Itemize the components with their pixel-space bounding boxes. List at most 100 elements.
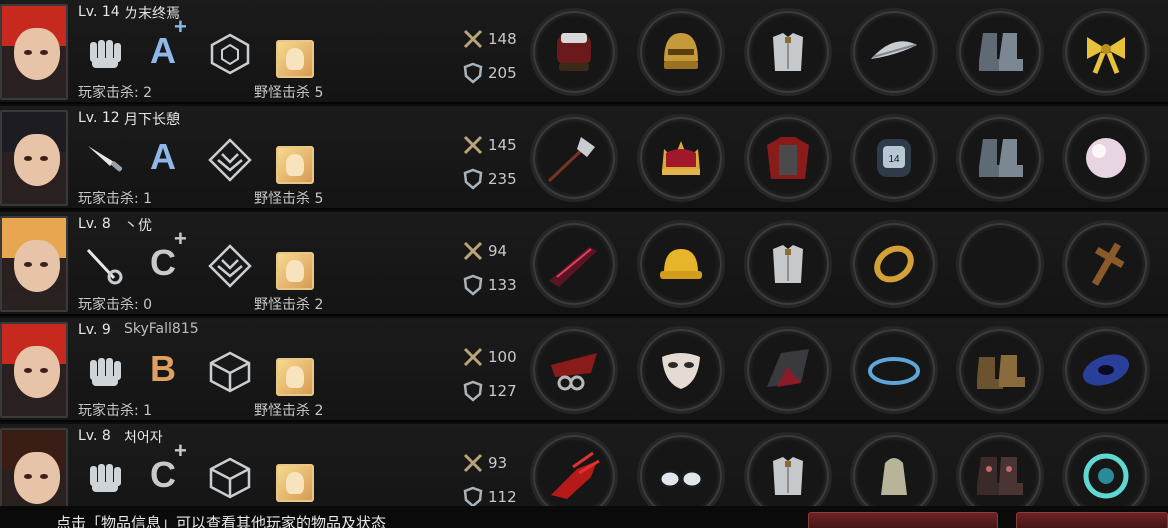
shield-icon xyxy=(463,380,483,402)
attack-stat: 100 xyxy=(462,346,517,368)
player-name: 丶优 xyxy=(124,218,152,234)
shield-icon xyxy=(463,274,483,296)
player-row[interactable]: Lv. 8 丶优 C+ 玩家击杀: 0 野怪击杀 2 94 133 xyxy=(0,212,1168,316)
crossed-swords-icon xyxy=(463,241,483,261)
grade-plus: + xyxy=(174,226,187,251)
defense-value: 112 xyxy=(488,488,517,506)
monster-kills: 野怪击杀 2 xyxy=(254,403,324,419)
equipment-slot[interactable] xyxy=(637,8,725,96)
pet-portrait-icon[interactable] xyxy=(276,358,314,396)
equipment-slot[interactable] xyxy=(637,220,725,308)
cube-emblem-icon xyxy=(206,350,254,394)
equipment-slot[interactable] xyxy=(850,220,938,308)
equipment-slot[interactable] xyxy=(637,114,725,202)
grade-badge: A+ xyxy=(150,14,200,76)
grade-letter: A xyxy=(150,136,176,177)
player-name: 처어자 xyxy=(124,430,163,446)
player-kills: 玩家击杀: 1 xyxy=(78,191,153,207)
equipment-slot[interactable] xyxy=(956,8,1044,96)
status-tab[interactable] xyxy=(1016,512,1168,528)
player-name: 月下长憩 xyxy=(124,112,180,128)
player-list: Lv. 14 ㄌ末终焉 A+ 玩家击杀: 2 野怪击杀 5 148 205 Lv… xyxy=(0,0,1168,528)
shield-icon xyxy=(463,62,483,84)
player-avatar[interactable] xyxy=(0,322,68,418)
fist-icon xyxy=(84,34,126,74)
equipment-slot[interactable]: 14 xyxy=(850,114,938,202)
crossed-swords-icon xyxy=(463,29,483,49)
player-kills: 玩家击杀: 1 xyxy=(78,403,153,419)
shield-icon xyxy=(463,486,483,508)
player-level: Lv. 12 xyxy=(78,110,120,126)
diamond-emblem-icon xyxy=(206,138,254,182)
attack-value: 148 xyxy=(488,30,517,48)
player-level: Lv. 14 xyxy=(78,4,120,20)
attack-value: 145 xyxy=(488,136,517,154)
defense-value: 235 xyxy=(488,170,517,188)
player-level: Lv. 9 xyxy=(78,322,111,338)
attack-stat: 148 xyxy=(462,28,517,50)
grade-badge: C+ xyxy=(150,438,200,500)
player-row[interactable]: Lv. 14 ㄌ末终焉 A+ 玩家击杀: 2 野怪击杀 5 148 205 xyxy=(0,0,1168,104)
grade-plus: + xyxy=(174,14,187,39)
player-level: Lv. 8 xyxy=(78,428,111,444)
equipment-slot[interactable] xyxy=(744,114,832,202)
pet-portrait-icon[interactable] xyxy=(276,146,314,184)
equipment-slot[interactable] xyxy=(530,326,618,414)
player-row[interactable]: Lv. 12 月下长憩 A 玩家击杀: 1 野怪击杀 5 145 235 14 xyxy=(0,106,1168,210)
grade-badge: C+ xyxy=(150,226,200,288)
player-avatar[interactable] xyxy=(0,216,68,312)
grade-badge: B xyxy=(150,348,200,394)
item-info-tab[interactable] xyxy=(808,512,998,528)
pet-portrait-icon[interactable] xyxy=(276,40,314,78)
fist-icon xyxy=(84,458,126,498)
defense-value: 133 xyxy=(488,276,517,294)
monster-kills: 野怪击杀 5 xyxy=(254,85,324,101)
equipment-slot[interactable] xyxy=(956,220,1044,308)
attack-stat: 94 xyxy=(462,240,507,262)
equipment-slot[interactable] xyxy=(1062,220,1150,308)
attack-stat: 93 xyxy=(462,452,507,474)
equipment-slot[interactable] xyxy=(530,8,618,96)
equipment-slot[interactable] xyxy=(956,114,1044,202)
equipment-slot[interactable] xyxy=(850,326,938,414)
monster-kills: 野怪击杀 2 xyxy=(254,297,324,313)
attack-stat: 145 xyxy=(462,134,517,156)
equipment-slot[interactable] xyxy=(744,8,832,96)
equipment-slot[interactable] xyxy=(956,326,1044,414)
equipment-slot[interactable] xyxy=(850,8,938,96)
player-level: Lv. 8 xyxy=(78,216,111,232)
equipment-slot[interactable] xyxy=(1062,114,1150,202)
defense-value: 127 xyxy=(488,382,517,400)
player-avatar[interactable] xyxy=(0,110,68,206)
attack-value: 100 xyxy=(488,348,517,366)
player-name: ㄌ末终焉 xyxy=(124,6,180,22)
pet-portrait-icon[interactable] xyxy=(276,252,314,290)
monster-kills: 野怪击杀 5 xyxy=(254,191,324,207)
equipment-slot[interactable] xyxy=(1062,8,1150,96)
equipment-slot[interactable] xyxy=(530,114,618,202)
fist-icon xyxy=(84,352,126,392)
player-avatar[interactable] xyxy=(0,4,68,100)
diamond-emblem-icon xyxy=(206,244,254,288)
player-row[interactable]: Lv. 9 SkyFall815 B 玩家击杀: 1 野怪击杀 2 100 12… xyxy=(0,318,1168,422)
defense-stat: 112 xyxy=(462,486,517,508)
knife-icon xyxy=(84,140,126,180)
defense-stat: 133 xyxy=(462,274,517,296)
equipment-slot[interactable] xyxy=(530,220,618,308)
footer-hint: 点击「物品信息」可以查看其他玩家的物品及状态 xyxy=(56,514,387,528)
equipment-slot[interactable] xyxy=(744,220,832,308)
equipment-slot[interactable] xyxy=(744,326,832,414)
player-kills: 玩家击杀: 2 xyxy=(78,85,153,101)
cube-emblem-icon xyxy=(206,456,254,500)
defense-stat: 127 xyxy=(462,380,517,402)
grade-letter: A xyxy=(150,30,176,71)
attack-value: 93 xyxy=(488,454,508,472)
grade-badge: A xyxy=(150,136,200,182)
crossed-swords-icon xyxy=(463,135,483,155)
equipment-slot[interactable] xyxy=(1062,326,1150,414)
player-name: SkyFall815 xyxy=(124,321,199,337)
hexagon-emblem-icon xyxy=(206,32,254,76)
crossed-swords-icon xyxy=(463,453,483,473)
pet-portrait-icon[interactable] xyxy=(276,464,314,502)
equipment-slot[interactable] xyxy=(637,326,725,414)
